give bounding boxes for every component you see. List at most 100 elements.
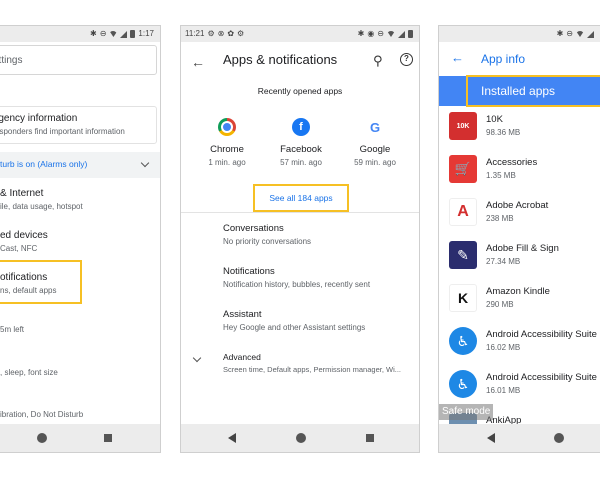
app-time: 1 min. ago <box>208 158 246 167</box>
recents-icon[interactable] <box>366 434 374 442</box>
app-row-accessibility-suite-2[interactable]: ♿ Android Accessibility Suite 16.01 MB <box>439 364 600 407</box>
bluetooth-icon: ✱ <box>556 29 564 38</box>
facebook-icon: f <box>292 118 310 136</box>
app-name: Chrome <box>210 144 244 155</box>
back-nav-icon[interactable] <box>487 433 495 443</box>
navigation-bar <box>439 424 600 452</box>
amazon-kindle-icon: K <box>449 284 477 312</box>
settings-item-devices[interactable]: ed devices Cast, NFC <box>0 230 160 253</box>
recent-app-facebook[interactable]: f Facebook 57 min. ago <box>266 118 336 167</box>
settings-icon: ✿ <box>227 29 235 38</box>
search-icon[interactable]: ⚲ <box>373 53 383 69</box>
status-bar: ✱ ⊖ <box>439 26 600 42</box>
status-bar: 11:21 ⚙ ⊗ ✿ ⚙ ✱ ◉ ⊖ <box>181 26 419 42</box>
settings-item-assistant[interactable]: Assistant Hey Google and other Assistant… <box>223 309 415 332</box>
item-title: Advanced <box>223 352 261 362</box>
settings-item-advanced[interactable]: Advanced Screen time, Default apps, Perm… <box>223 352 415 374</box>
back-nav-icon[interactable] <box>228 433 236 443</box>
page-title: Apps & notifications <box>223 52 338 67</box>
home-icon[interactable] <box>37 433 47 443</box>
app-name: 10K <box>486 114 503 125</box>
recents-icon[interactable] <box>104 434 112 442</box>
see-all-apps-button[interactable]: See all 184 apps <box>253 184 349 212</box>
item-subtitle: ile, data usage, hotspot <box>0 202 83 211</box>
app-name: Accessories <box>486 157 538 168</box>
settings-item-display[interactable]: , sleep, font size <box>0 365 160 377</box>
item-subtitle: Notification history, bubbles, recently … <box>223 280 371 289</box>
app-size: 98.36 MB <box>486 128 521 137</box>
settings-item-network[interactable]: & Internet ile, data usage, hotspot <box>0 188 160 211</box>
app-size: 290 MB <box>486 300 514 309</box>
gear-icon-2: ⚙ <box>237 29 245 38</box>
home-icon[interactable] <box>554 433 564 443</box>
home-icon[interactable] <box>296 433 306 443</box>
item-subtitle: No priority conversations <box>223 237 312 246</box>
settings-item-notifications[interactable]: Notifications Notification history, bubb… <box>223 266 415 289</box>
app-10k-icon: 10K <box>449 112 477 140</box>
app-name: Adobe Acrobat <box>486 200 549 211</box>
dnd-icon: ⊖ <box>99 29 107 38</box>
wifi-icon <box>576 31 584 37</box>
status-icons: ✱ ◉ ⊖ <box>358 29 413 39</box>
dnd-icon: ⊖ <box>566 29 573 38</box>
search-settings-bar[interactable]: ettings <box>0 45 157 75</box>
signal-icon <box>120 30 128 38</box>
help-icon[interactable]: ? <box>400 53 413 66</box>
back-arrow-icon[interactable]: ← <box>191 55 205 69</box>
app-name: Google <box>359 144 391 155</box>
signal-icon <box>587 30 594 38</box>
app-bar: ← Apps & notifications ⚲ ? <box>181 42 419 82</box>
recent-app-chrome[interactable]: Chrome 1 min. ago <box>192 118 262 167</box>
phone-settings-screen: ✱ ⊖ 1:17 ettings rgency information espo… <box>0 25 161 453</box>
app-row-10k[interactable]: 10K 10K 98.36 MB <box>439 106 600 149</box>
adobe-acrobat-icon: A <box>449 198 477 226</box>
recent-app-google[interactable]: G Google 59 min. ago <box>340 118 410 167</box>
phone-apps-notifications-screen: 11:21 ⚙ ⊗ ✿ ⚙ ✱ ◉ ⊖ ← Apps & notificatio… <box>180 25 420 453</box>
dnd-banner[interactable]: turb is on (Alarms only) <box>0 152 160 178</box>
emergency-information-card[interactable]: rgency information esponders find import… <box>0 106 157 144</box>
recently-opened-heading: Recently opened apps <box>257 86 343 96</box>
adobe-fill-sign-icon: ✎ <box>449 241 477 269</box>
status-icons: ✱ ⊖ <box>557 29 594 39</box>
app-row-accessibility-suite-1[interactable]: ♿ Android Accessibility Suite 16.02 MB <box>439 321 600 364</box>
settings-item-battery[interactable]: 5m left <box>0 322 160 334</box>
battery-icon <box>408 30 413 38</box>
app-size: 16.01 MB <box>486 386 521 395</box>
navigation-bar <box>0 424 160 452</box>
highlight-box <box>466 75 600 107</box>
app-row-adobe-acrobat[interactable]: A Adobe Acrobat 238 MB <box>439 192 600 235</box>
back-arrow-icon[interactable]: ← <box>451 50 464 65</box>
settings-item-conversations[interactable]: Conversations No priority conversations <box>223 223 415 246</box>
app-row-amazon-kindle[interactable]: K Amazon Kindle 290 MB <box>439 278 600 321</box>
dnd-text: turb is on (Alarms only) <box>0 159 88 169</box>
safe-mode-label: Safe mode <box>439 404 494 420</box>
accessibility-icon: ♿ <box>449 370 477 398</box>
item-subtitle: Cast, NFC <box>0 244 38 253</box>
item-title: Notifications <box>223 266 275 277</box>
bluetooth-icon: ✱ <box>357 29 365 38</box>
navigation-bar <box>181 424 419 452</box>
chevron-down-icon[interactable] <box>140 158 150 168</box>
item-title: ed devices <box>0 230 48 241</box>
app-size: 238 MB <box>486 214 514 223</box>
item-subtitle: , sleep, font size <box>0 368 58 377</box>
status-bar: ✱ ⊖ 1:17 <box>0 26 160 42</box>
app-size: 16.02 MB <box>486 343 521 352</box>
app-size: 1.35 MB <box>486 171 516 180</box>
status-icons: ✱ ⊖ 1:17 <box>90 29 154 39</box>
item-title: Conversations <box>223 223 284 234</box>
settings-item-sound[interactable]: ibration, Do Not Disturb <box>0 407 160 419</box>
app-name: Amazon Kindle <box>486 286 550 297</box>
app-row-adobe-fill-sign[interactable]: ✎ Adobe Fill & Sign 27.34 MB <box>439 235 600 278</box>
app-row-accessories[interactable]: 🛒 Accessories 1.35 MB <box>439 149 600 192</box>
search-placeholder: ettings <box>0 55 23 66</box>
dnd-icon: ⊖ <box>377 29 384 38</box>
chrome-icon <box>218 118 236 136</box>
app-name: Android Accessibility Suite <box>486 329 597 340</box>
chevron-down-icon[interactable] <box>192 353 202 363</box>
page-title: App info <box>481 52 526 66</box>
app-time: 57 min. ago <box>280 158 322 167</box>
app-name: Android Accessibility Suite <box>486 372 597 383</box>
app-name: Adobe Fill & Sign <box>486 243 559 254</box>
signal-icon <box>398 30 405 38</box>
